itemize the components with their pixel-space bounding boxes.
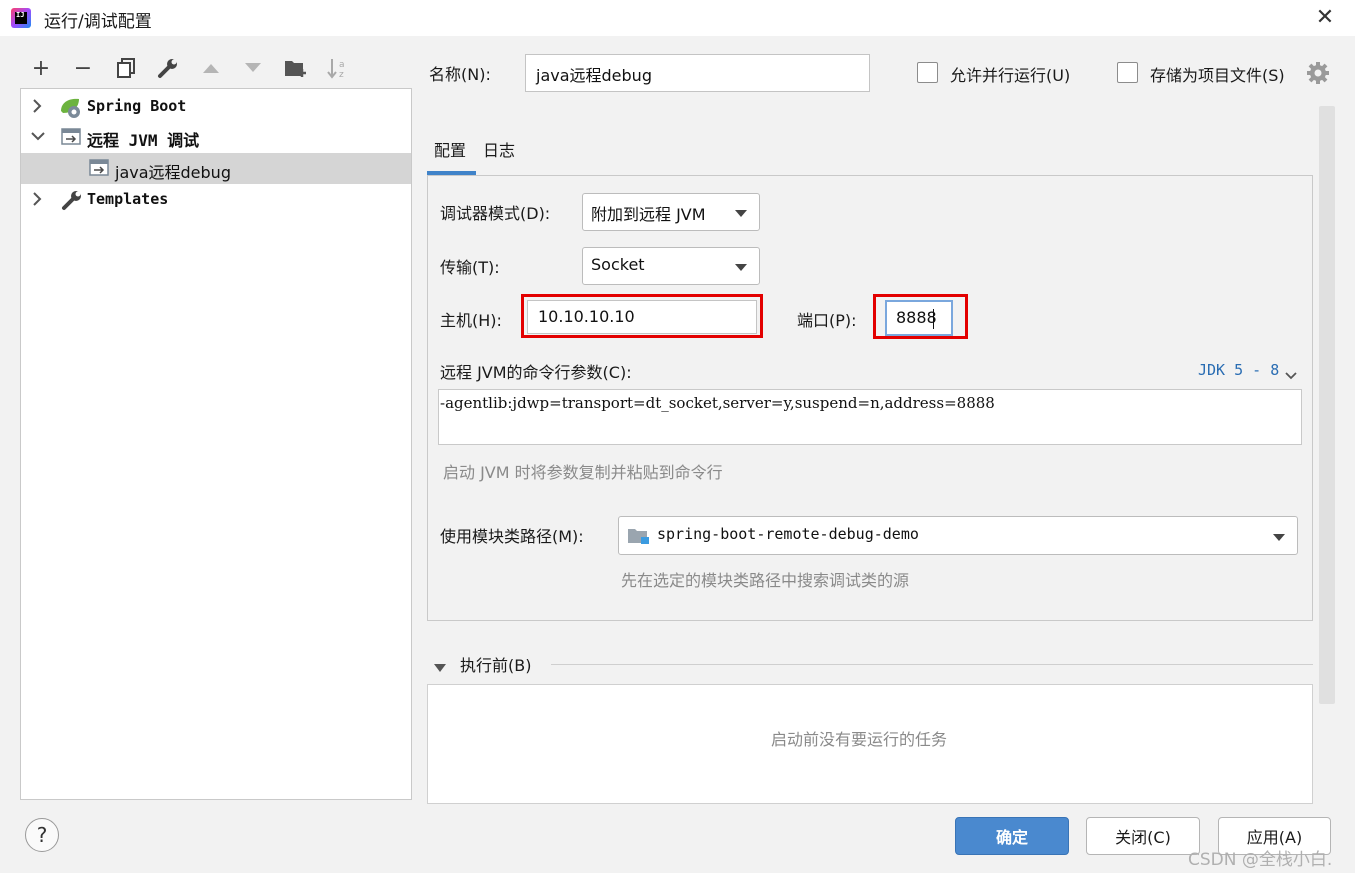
debugger-mode-value: 附加到远程 JVM	[591, 205, 706, 224]
allow-parallel-label: 允许并行运行(U)	[950, 66, 1071, 85]
tree-item-remote-jvm-debug[interactable]: 远程 JVM 调试	[21, 122, 411, 153]
cmd-args-value: -agentlib:jdwp=transport=dt_socket,serve…	[440, 394, 995, 412]
sort-icon[interactable]: az	[325, 54, 351, 82]
port-label: 端口(P):	[797, 311, 857, 330]
title-bar: IJ 运行/调试配置 ✕	[0, 0, 1355, 36]
gear-icon[interactable]	[1306, 61, 1330, 89]
module-classpath-value: spring-boot-remote-debug-demo	[657, 525, 919, 543]
transport-label: 传输(T):	[440, 258, 500, 277]
tree-label: Templates	[87, 190, 169, 208]
tree-item-templates[interactable]: Templates	[21, 184, 411, 215]
module-classpath-label: 使用模块类路径(M):	[440, 527, 584, 546]
dropdown-arrow-icon	[735, 264, 747, 271]
move-up-icon[interactable]	[198, 54, 224, 82]
help-button[interactable]: ?	[25, 818, 59, 852]
dropdown-arrow-icon	[735, 210, 747, 217]
remote-debug-icon	[61, 127, 83, 147]
host-label: 主机(H):	[440, 311, 502, 330]
transport-value: Socket	[591, 255, 645, 274]
spring-boot-icon	[59, 97, 81, 118]
tree-label: java远程debug	[115, 163, 231, 182]
watermark: CSDN @全栈小白.	[1188, 850, 1333, 870]
dropdown-arrow-icon	[1273, 534, 1285, 541]
cmd-args-hint: 启动 JVM 时将参数复制并粘贴到命令行	[443, 463, 723, 482]
tree-item-spring-boot[interactable]: Spring Boot	[21, 91, 411, 122]
name-input[interactable]: java远程debug	[525, 54, 870, 92]
vertical-scrollbar[interactable]	[1319, 106, 1335, 704]
tab-config[interactable]: 配置	[434, 137, 466, 161]
collapse-triangle-icon[interactable]	[433, 658, 447, 677]
remote-debug-icon	[89, 158, 111, 178]
chevron-down-icon[interactable]	[1284, 366, 1298, 385]
tab-logs[interactable]: 日志	[483, 137, 515, 161]
store-as-file-checkbox[interactable]	[1117, 62, 1138, 83]
name-label: 名称(N):	[429, 65, 491, 84]
debugger-mode-select[interactable]: 附加到远程 JVM	[582, 193, 760, 231]
host-highlight-box	[521, 294, 763, 338]
store-as-file-label: 存储为项目文件(S)	[1150, 66, 1285, 85]
move-down-icon[interactable]	[240, 54, 266, 82]
module-classpath-select[interactable]: spring-boot-remote-debug-demo	[618, 516, 1298, 555]
config-tabs: 配置 日志	[427, 129, 627, 175]
tree-label: Spring Boot	[87, 97, 187, 115]
jdk-version-link[interactable]: JDK 5 - 8	[1198, 361, 1279, 379]
ok-button[interactable]: 确定	[955, 817, 1069, 855]
module-folder-icon	[627, 526, 651, 550]
svg-text:a: a	[339, 60, 345, 70]
new-folder-icon[interactable]	[283, 54, 309, 82]
cmd-args-label: 远程 JVM的命令行参数(C):	[440, 363, 632, 382]
window-title: 运行/调试配置	[44, 12, 152, 32]
debugger-mode-label: 调试器模式(D):	[440, 204, 551, 223]
chevron-down-icon[interactable]	[31, 130, 45, 144]
chevron-right-icon[interactable]	[31, 192, 45, 206]
tree-label: 远程 JVM 调试	[87, 131, 200, 150]
intellij-app-icon: IJ	[11, 8, 31, 28]
remove-icon[interactable]: −	[70, 54, 96, 82]
before-launch-empty-text: 启动前没有要运行的任务	[771, 730, 948, 749]
tree-item-java-remote-debug[interactable]: java远程debug	[21, 153, 411, 184]
add-icon[interactable]: +	[28, 54, 54, 82]
before-launch-title[interactable]: 执行前(B)	[460, 652, 531, 676]
close-window-icon[interactable]: ✕	[1313, 6, 1337, 30]
before-launch-list[interactable]: 启动前没有要运行的任务	[427, 684, 1313, 804]
module-classpath-hint: 先在选定的模块类路径中搜索调试类的源	[621, 571, 910, 590]
wrench-icon[interactable]	[155, 54, 181, 82]
name-input-value: java远程debug	[536, 66, 652, 85]
section-divider	[551, 664, 1313, 665]
wrench-icon	[61, 189, 83, 210]
copy-icon[interactable]	[113, 54, 139, 82]
cmd-args-textarea[interactable]: -agentlib:jdwp=transport=dt_socket,serve…	[438, 389, 1302, 445]
transport-select[interactable]: Socket	[582, 247, 760, 285]
configuration-tree: Spring Boot 远程 JVM 调试 java远程debug Templa…	[20, 88, 412, 800]
svg-text:z: z	[339, 70, 344, 79]
chevron-right-icon[interactable]	[31, 99, 45, 113]
port-highlight-box	[873, 294, 968, 339]
close-button[interactable]: 关闭(C)	[1086, 817, 1200, 855]
allow-parallel-checkbox[interactable]	[917, 62, 938, 83]
config-toolbar: + − az	[24, 54, 404, 84]
